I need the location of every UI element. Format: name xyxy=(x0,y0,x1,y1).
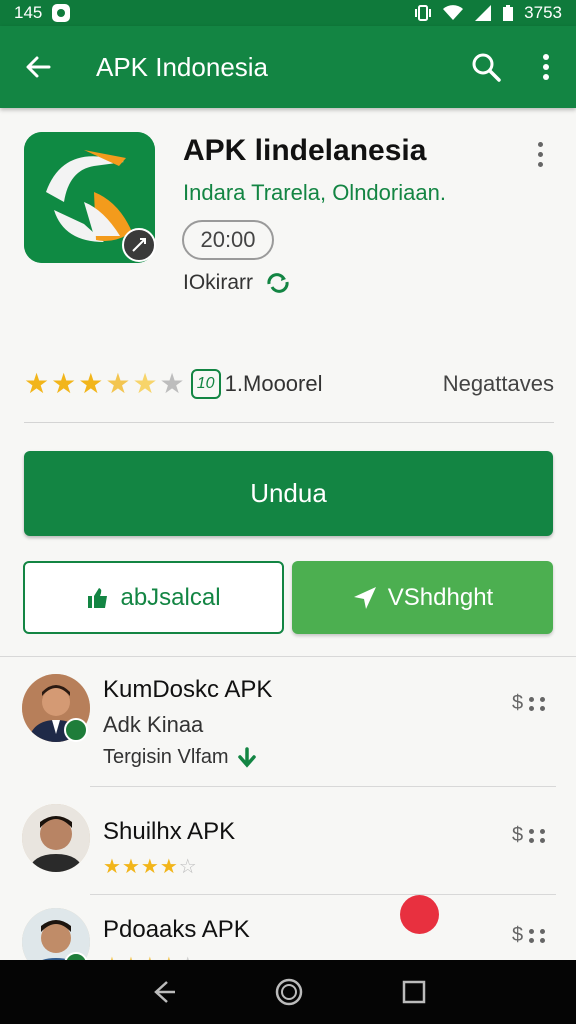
app-meta: IOkirarr xyxy=(183,271,291,295)
wifi-icon xyxy=(443,5,464,20)
list-item[interactable]: Shuilhx APK ★ ★ ★ ★ ☆ $ xyxy=(0,798,576,898)
list-item-menu[interactable]: $ xyxy=(512,824,546,847)
arrow-back-icon xyxy=(26,56,51,78)
verified-badge-icon xyxy=(64,718,88,742)
search-button[interactable] xyxy=(456,26,516,108)
more-dots-icon xyxy=(540,928,546,943)
more-dots-icon xyxy=(529,928,535,943)
list-item-menu[interactable]: $ xyxy=(512,924,546,947)
signal-icon xyxy=(475,5,492,21)
list-item-tag: Tergisin Vlfam xyxy=(103,746,257,769)
star-icon: ★ xyxy=(24,368,50,399)
share-button[interactable]: VShdhght xyxy=(292,561,553,634)
star-icon: ★ xyxy=(160,952,178,960)
star-icon: ★ xyxy=(121,856,140,878)
app-bar-title: APK Indonesia xyxy=(96,51,269,82)
rating-row: ★ ★ ★ ★ ★ ★ 10 1.Mooorel Negattaves xyxy=(24,366,554,402)
list-item-menu-symbol: $ xyxy=(512,824,524,846)
send-icon xyxy=(353,586,376,609)
divider xyxy=(90,894,556,895)
list-item-menu-symbol: $ xyxy=(512,692,524,714)
list-item-subtitle: Adk Kinaa xyxy=(103,712,204,737)
star-empty-icon: ★ xyxy=(179,952,197,960)
rating-badge: 10 xyxy=(190,369,221,399)
meta-label: IOkirarr xyxy=(183,271,253,294)
star-empty-icon: ★ xyxy=(159,368,185,399)
status-time-right: 3753 xyxy=(524,3,562,22)
more-dots-icon xyxy=(540,828,546,843)
star-icon: ★ xyxy=(78,368,104,399)
list-item-name: Shuilhx APK xyxy=(103,818,236,845)
app-detail-content: APK lindelanesia Indara Trarela, Olndori… xyxy=(0,108,576,960)
outline-button[interactable]: abJsalcal xyxy=(23,561,284,634)
divider xyxy=(24,422,554,423)
status-time-left: 145 xyxy=(14,3,43,22)
avatar xyxy=(22,804,90,872)
star-light-icon: ★ xyxy=(132,368,158,399)
download-arrow-icon xyxy=(237,746,256,768)
star-half-icon: ★ xyxy=(105,368,131,399)
app-name: APK lindelanesia xyxy=(183,134,427,167)
app-more-icon[interactable] xyxy=(538,142,543,167)
thumb-up-icon xyxy=(88,587,108,608)
outline-button-label: abJsalcal xyxy=(120,583,221,611)
list-item-name: Pdoaaks APK xyxy=(103,916,250,943)
list-item-stars: ★ ★ ★ ★ ☆ xyxy=(103,854,197,879)
notification-icon xyxy=(52,4,71,22)
record-fab-button[interactable] xyxy=(400,895,439,934)
more-dots-icon xyxy=(529,828,535,843)
edit-badge-icon xyxy=(122,228,156,262)
overflow-menu-button[interactable] xyxy=(516,26,576,108)
list-item-menu[interactable]: $ xyxy=(512,692,546,715)
star-icon: ★ xyxy=(103,856,121,878)
list-item-name: KumDoskc APK xyxy=(103,676,273,703)
app-header: APK lindelanesia Indara Trarela, Olndori… xyxy=(0,108,576,348)
star-empty-icon: ☆ xyxy=(178,856,197,878)
refresh-icon xyxy=(267,273,289,293)
app-bar: APK Indonesia xyxy=(0,26,576,108)
star-icon: ★ xyxy=(140,856,159,878)
nav-home-icon[interactable] xyxy=(274,977,304,1007)
star-icon: ★ xyxy=(141,952,159,960)
rating-text: 1.Mooorel xyxy=(224,371,323,396)
list-item[interactable]: Pdoaaks APK ★ ★ ★ ★ ★ $ xyxy=(0,904,576,960)
negative-label[interactable]: Negattaves xyxy=(443,371,554,397)
install-button[interactable]: Undua xyxy=(24,451,553,536)
star-icon: ★ xyxy=(51,368,77,399)
more-dots-icon xyxy=(529,696,535,711)
rating-stars: ★ ★ ★ ★ ★ ★ xyxy=(24,370,185,398)
star-icon: ★ xyxy=(122,952,140,960)
list-item[interactable]: KumDoskc APK Adk Kinaa Tergisin Vlfam $ xyxy=(0,668,576,788)
developer-link[interactable]: Indara Trarela, Olndoriaan. xyxy=(183,180,446,206)
vibrate-icon xyxy=(415,5,432,21)
list-item-menu-symbol: $ xyxy=(512,924,524,946)
nav-back-icon[interactable] xyxy=(149,978,177,1006)
back-button[interactable] xyxy=(0,26,76,108)
share-button-label: VShdhght xyxy=(387,583,494,611)
divider xyxy=(0,656,576,657)
search-icon xyxy=(472,53,501,82)
list-item-tag-text: Tergisin Vlfam xyxy=(103,746,229,768)
more-dots-icon xyxy=(540,696,546,711)
list-item-stars: ★ ★ ★ ★ ★ xyxy=(103,952,197,960)
battery-icon xyxy=(503,5,514,21)
star-icon: ★ xyxy=(103,952,121,960)
status-bar: 145 3753 xyxy=(0,0,576,26)
divider xyxy=(90,786,556,787)
star-icon: ★ xyxy=(159,856,178,878)
system-nav-bar xyxy=(0,960,576,1024)
more-vert-icon xyxy=(543,54,549,80)
nav-recents-icon[interactable] xyxy=(401,979,427,1005)
time-pill[interactable]: 20:00 xyxy=(182,220,274,260)
